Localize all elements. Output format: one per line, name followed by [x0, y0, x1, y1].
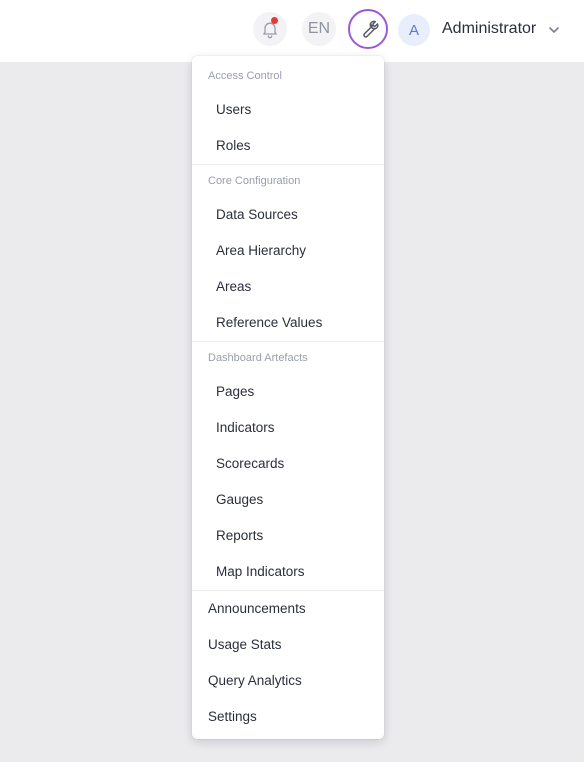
menu-item-pages[interactable]: Pages	[216, 384, 254, 399]
menu-item-map-indicators[interactable]: Map Indicators	[216, 564, 305, 579]
language-button[interactable]: EN	[302, 12, 336, 46]
menu-item-reports[interactable]: Reports	[216, 528, 263, 543]
menu-item-users[interactable]: Users	[216, 102, 251, 117]
menu-item-query-analytics[interactable]: Query Analytics	[208, 673, 302, 688]
notifications-button[interactable]	[253, 12, 287, 46]
admin-tools-button[interactable]	[348, 9, 388, 49]
divider	[192, 164, 384, 165]
menu-item-scorecards[interactable]: Scorecards	[216, 456, 284, 471]
wrench-icon	[363, 20, 379, 38]
user-name[interactable]: Administrator	[442, 20, 536, 38]
divider	[192, 590, 384, 591]
language-label: EN	[307, 20, 331, 37]
divider	[192, 341, 384, 342]
notification-dot	[271, 17, 278, 24]
menu-item-settings[interactable]: Settings	[208, 709, 257, 724]
menu-item-reference-values[interactable]: Reference Values	[216, 315, 322, 330]
avatar[interactable]: A	[398, 14, 430, 46]
admin-dropdown-menu: Access Control Users Roles Core Configur…	[192, 56, 384, 739]
menu-item-announcements[interactable]: Announcements	[208, 601, 306, 616]
menu-item-usage-stats[interactable]: Usage Stats	[208, 637, 282, 652]
avatar-initial: A	[408, 21, 419, 39]
menu-item-gauges[interactable]: Gauges	[216, 492, 263, 507]
menu-item-areas[interactable]: Areas	[216, 279, 251, 294]
section-header-access-control: Access Control	[208, 70, 282, 82]
menu-item-data-sources[interactable]: Data Sources	[216, 207, 298, 222]
chevron-down-icon[interactable]	[548, 24, 560, 36]
section-header-core-configuration: Core Configuration	[208, 175, 301, 187]
menu-item-roles[interactable]: Roles	[216, 138, 251, 153]
menu-item-indicators[interactable]: Indicators	[216, 420, 275, 435]
top-bar: EN A Administrator	[0, 0, 584, 62]
section-header-dashboard-artefacts: Dashboard Artefacts	[208, 352, 308, 364]
menu-item-area-hierarchy[interactable]: Area Hierarchy	[216, 243, 306, 258]
